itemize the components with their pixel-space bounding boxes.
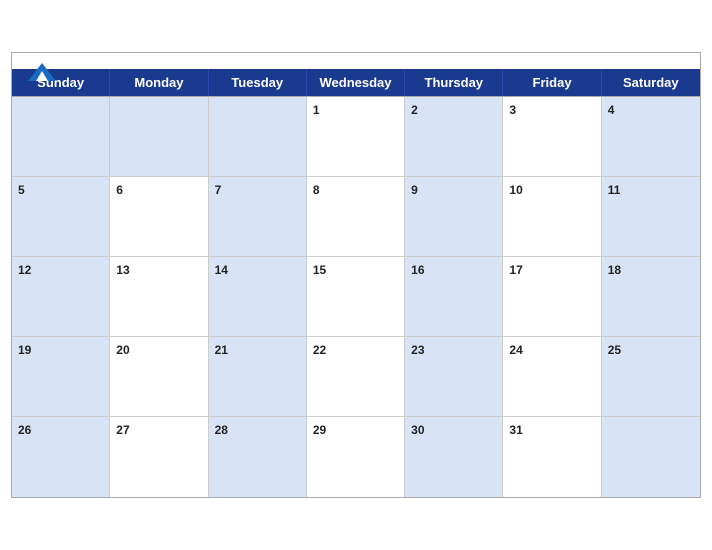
calendar-cell: 22 — [307, 337, 405, 417]
calendar-cell: 26 — [12, 417, 110, 497]
cell-number: 30 — [411, 423, 424, 437]
cell-number: 27 — [116, 423, 129, 437]
cell-number: 7 — [215, 183, 222, 197]
cell-number: 25 — [608, 343, 621, 357]
calendar-cell: 9 — [405, 177, 503, 257]
cell-number: 18 — [608, 263, 621, 277]
cell-number: 9 — [411, 183, 418, 197]
calendar-cell: 15 — [307, 257, 405, 337]
calendar-cell: 24 — [503, 337, 601, 417]
calendar-cell: 4 — [602, 97, 700, 177]
day-header-tuesday: Tuesday — [209, 69, 307, 96]
cell-number: 3 — [509, 103, 516, 117]
calendar-cell: 14 — [209, 257, 307, 337]
calendar-cell: 16 — [405, 257, 503, 337]
cell-number: 14 — [215, 263, 228, 277]
cell-number: 16 — [411, 263, 424, 277]
cell-number: 0 — [116, 103, 123, 117]
day-header-wednesday: Wednesday — [307, 69, 405, 96]
calendar-cell: 18 — [602, 257, 700, 337]
calendar-cell: 21 — [209, 337, 307, 417]
calendar-cell: 19 — [12, 337, 110, 417]
logo — [28, 61, 56, 81]
cell-number: 12 — [18, 263, 31, 277]
calendar: SundayMondayTuesdayWednesdayThursdayFrid… — [11, 52, 701, 498]
day-header-thursday: Thursday — [405, 69, 503, 96]
calendar-cell: 5 — [12, 177, 110, 257]
calendar-cell: 29 — [307, 417, 405, 497]
cell-number: 22 — [313, 343, 326, 357]
cell-number: 20 — [116, 343, 129, 357]
calendar-cell: 12 — [12, 257, 110, 337]
cell-number: 5 — [18, 183, 25, 197]
cell-number: 0 — [18, 103, 25, 117]
calendar-cell: 2 — [405, 97, 503, 177]
calendar-cell: 31 — [503, 417, 601, 497]
cell-number: 23 — [411, 343, 424, 357]
day-header-saturday: Saturday — [602, 69, 700, 96]
calendar-header — [12, 53, 700, 69]
calendar-cell: 13 — [110, 257, 208, 337]
calendar-cell: 3 — [503, 97, 601, 177]
cell-number: 2 — [411, 103, 418, 117]
calendar-cell: 30 — [405, 417, 503, 497]
cell-number: 29 — [313, 423, 326, 437]
calendar-cell: 11 — [602, 177, 700, 257]
cell-number: 4 — [608, 103, 615, 117]
calendar-cell: 10 — [503, 177, 601, 257]
cell-number: 19 — [18, 343, 31, 357]
calendar-cell: 25 — [602, 337, 700, 417]
cell-number: 21 — [215, 343, 228, 357]
cell-number: 26 — [18, 423, 31, 437]
calendar-cell: 28 — [209, 417, 307, 497]
cell-number: 24 — [509, 343, 522, 357]
cell-number: 31 — [509, 423, 522, 437]
calendar-cell: 0 — [209, 97, 307, 177]
day-header-monday: Monday — [110, 69, 208, 96]
calendar-cell: 7 — [209, 177, 307, 257]
cell-number: 6 — [116, 183, 123, 197]
cell-number: 10 — [509, 183, 522, 197]
days-header: SundayMondayTuesdayWednesdayThursdayFrid… — [12, 69, 700, 96]
calendar-cell: 27 — [110, 417, 208, 497]
cell-number: 8 — [313, 183, 320, 197]
calendar-cell: 20 — [110, 337, 208, 417]
calendar-cell: 0 — [12, 97, 110, 177]
calendar-cell: 0 — [602, 417, 700, 497]
calendar-cell: 23 — [405, 337, 503, 417]
cell-number: 0 — [215, 103, 222, 117]
calendar-cell: 1 — [307, 97, 405, 177]
cell-number: 11 — [608, 183, 621, 197]
cell-number: 1 — [313, 103, 320, 117]
calendar-cell: 0 — [110, 97, 208, 177]
day-header-sunday: Sunday — [12, 69, 110, 96]
calendar-cell: 8 — [307, 177, 405, 257]
cell-number: 17 — [509, 263, 522, 277]
logo-icon — [28, 63, 56, 81]
cell-number: 15 — [313, 263, 326, 277]
cell-number: 0 — [608, 423, 615, 437]
calendar-grid: 0001234567891011121314151617181920212223… — [12, 96, 700, 497]
calendar-cell: 17 — [503, 257, 601, 337]
cell-number: 13 — [116, 263, 129, 277]
cell-number: 28 — [215, 423, 228, 437]
calendar-cell: 6 — [110, 177, 208, 257]
day-header-friday: Friday — [503, 69, 601, 96]
